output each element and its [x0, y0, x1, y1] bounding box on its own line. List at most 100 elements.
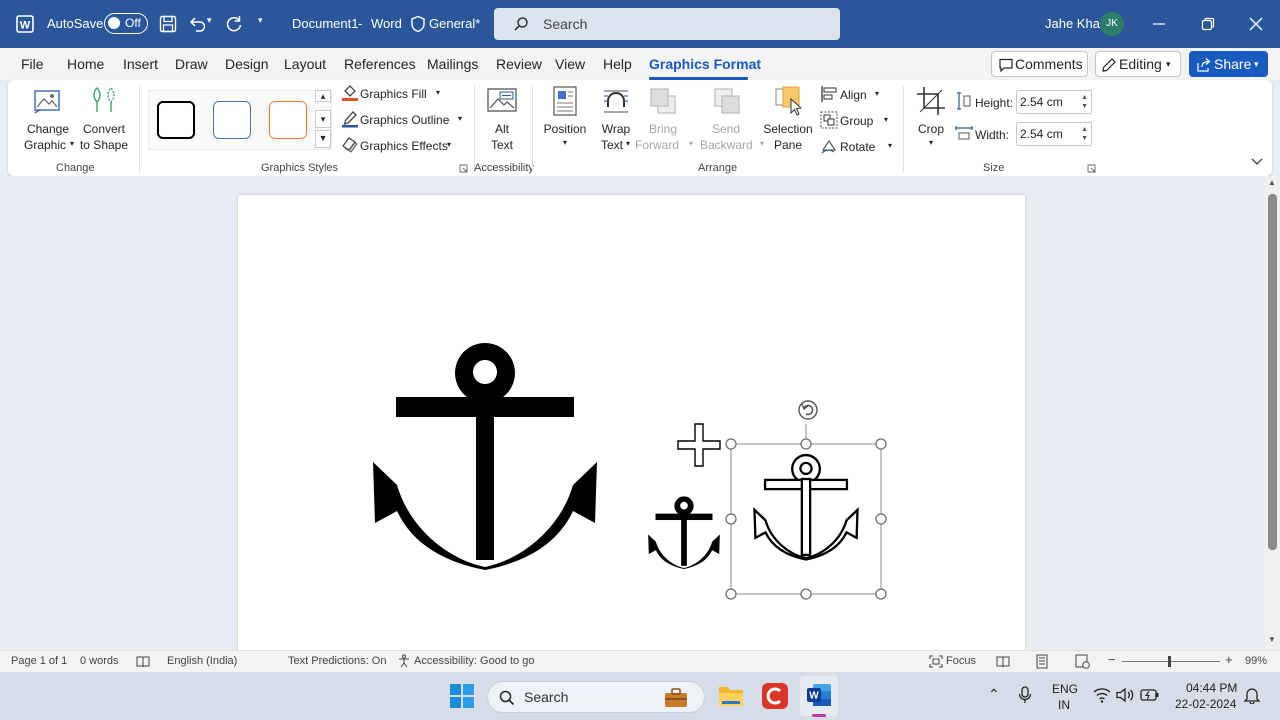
word-count[interactable]: 0 words — [80, 655, 119, 667]
dialog-launcher-icon[interactable] — [459, 164, 468, 173]
clock-date[interactable]: 22-02-2024 — [1175, 697, 1236, 711]
tab-layout[interactable]: Layout — [284, 56, 326, 72]
style-swatch-blue[interactable] — [213, 101, 251, 139]
tab-insert[interactable]: Insert — [123, 56, 158, 72]
close-icon[interactable] — [1249, 17, 1263, 31]
spin-up-icon[interactable]: ▲ — [1081, 126, 1088, 133]
collapse-ribbon-icon[interactable] — [1251, 158, 1263, 166]
selection-pane-button[interactable]: Selection Pane — [760, 84, 816, 156]
clock-time[interactable]: 04:44 PM — [1186, 681, 1237, 695]
tab-help[interactable]: Help — [603, 56, 632, 72]
tab-references[interactable]: References — [344, 56, 416, 72]
user-name[interactable]: Jahe Kha — [1045, 16, 1100, 31]
focus-mode-button[interactable]: Focus — [946, 655, 976, 667]
chevron-up-icon[interactable]: ⌃ — [988, 686, 1000, 703]
snipping-app-icon[interactable] — [761, 682, 789, 710]
tab-view[interactable]: View — [555, 56, 585, 72]
avatar[interactable]: JK — [1100, 12, 1124, 36]
notification-bell-icon[interactable] — [1243, 686, 1261, 704]
height-input[interactable]: 2.54 cm ▲ ▼ — [1016, 90, 1092, 114]
outlined-anchor-graphic[interactable] — [753, 453, 859, 561]
zoom-slider-track[interactable] — [1122, 661, 1220, 662]
tab-mailings[interactable]: Mailings — [427, 56, 478, 72]
wrap-text-button[interactable]: Wrap Text ▾ — [592, 84, 640, 156]
battery-icon[interactable] — [1140, 688, 1160, 702]
gallery-scroll-up-icon[interactable]: ▴ — [315, 90, 331, 102]
group-button[interactable]: Group ▾ — [818, 110, 896, 130]
dialog-launcher-icon[interactable] — [1087, 164, 1096, 173]
convert-to-shape-button[interactable]: Convert to Shape — [76, 84, 132, 154]
crop-button[interactable]: Crop ▾ — [911, 84, 951, 156]
shield-icon[interactable] — [410, 15, 426, 33]
width-input[interactable]: 2.54 cm ▲ ▼ — [1016, 122, 1092, 146]
style-swatch-black[interactable] — [157, 101, 195, 139]
read-mode-icon[interactable] — [996, 655, 1010, 668]
redo-icon[interactable] — [224, 14, 244, 34]
autosave-state: Off — [125, 16, 141, 30]
wifi-icon[interactable] — [1093, 687, 1111, 703]
undo-dropdown-icon[interactable]: ▾ — [207, 15, 212, 26]
small-anchor-graphic[interactable] — [648, 496, 720, 569]
scroll-up-icon[interactable]: ▲ — [1268, 178, 1276, 187]
editing-mode-button[interactable]: Editing ▾ — [1095, 51, 1181, 77]
rotate-button[interactable]: Rotate ▾ — [818, 136, 896, 156]
gallery-scroll-down-icon[interactable]: ▾ — [315, 110, 331, 128]
zoom-level[interactable]: 99% — [1245, 655, 1267, 667]
style-swatch-orange[interactable] — [269, 101, 307, 139]
zoom-slider-thumb[interactable] — [1168, 656, 1171, 667]
document-page[interactable] — [238, 195, 1025, 650]
sensitivity-label[interactable]: General* — [429, 16, 480, 31]
accessibility-status[interactable]: Accessibility: Good to go — [414, 655, 534, 667]
tab-file[interactable]: File — [21, 56, 44, 72]
volume-icon[interactable] — [1116, 687, 1134, 703]
alt-text-button[interactable]: Alt Text — [480, 84, 524, 154]
title-search-box[interactable]: Search — [494, 8, 840, 40]
position-button[interactable]: Position ▾ — [539, 84, 591, 156]
taskbar-search-box[interactable]: Search — [487, 681, 705, 713]
tab-design[interactable]: Design — [225, 56, 269, 72]
group-label-accessibility: Accessibility — [474, 162, 534, 174]
zoom-in-icon[interactable]: + — [1225, 652, 1233, 667]
scrollbar-thumb[interactable] — [1268, 194, 1277, 550]
restore-icon[interactable] — [1201, 17, 1215, 31]
save-icon[interactable] — [159, 15, 177, 33]
web-layout-icon[interactable] — [1075, 654, 1090, 669]
undo-icon[interactable] — [187, 14, 207, 34]
tab-home[interactable]: Home — [67, 56, 104, 72]
autosave-toggle[interactable]: Off — [104, 13, 148, 34]
share-button[interactable]: Share ▾ — [1189, 51, 1268, 77]
zoom-out-icon[interactable]: − — [1108, 652, 1116, 667]
minimize-icon[interactable] — [1152, 18, 1166, 30]
graphics-effects-button[interactable]: Graphics Effects ▾ — [339, 136, 467, 156]
proofing-book-icon[interactable] — [136, 655, 150, 668]
toggle-knob — [108, 17, 120, 29]
change-graphic-button[interactable]: Change Graphic ▾ — [20, 84, 76, 154]
large-anchor-graphic[interactable] — [373, 343, 597, 570]
vertical-scrollbar[interactable]: ▲ ▼ — [1265, 176, 1280, 650]
rotation-handle[interactable] — [798, 400, 818, 420]
comments-button[interactable]: Comments — [991, 51, 1088, 77]
spin-down-icon[interactable]: ▼ — [1081, 103, 1088, 110]
word-app-icon[interactable]: W — [806, 683, 832, 707]
tab-draw[interactable]: Draw — [175, 56, 208, 72]
align-button[interactable]: Align ▾ — [818, 84, 888, 104]
input-language-line1[interactable]: ENG — [1052, 682, 1078, 696]
tab-review[interactable]: Review — [496, 56, 542, 72]
page-count[interactable]: Page 1 of 1 — [11, 655, 67, 667]
spin-down-icon[interactable]: ▼ — [1081, 135, 1088, 142]
gallery-more-icon[interactable]: ▼ — [315, 130, 331, 148]
windows-start-icon[interactable] — [449, 683, 475, 709]
graphics-outline-button[interactable]: Graphics Outline ▾ — [339, 110, 467, 130]
language-indicator[interactable]: English (India) — [167, 655, 237, 667]
customize-quick-access-icon[interactable]: ▾ — [258, 15, 263, 26]
file-explorer-icon[interactable] — [718, 684, 744, 708]
scroll-down-icon[interactable]: ▼ — [1268, 635, 1276, 644]
tab-graphics-format[interactable]: Graphics Format — [649, 56, 761, 72]
spin-up-icon[interactable]: ▲ — [1081, 94, 1088, 101]
selection-pane-label-line1: Selection — [763, 122, 813, 136]
graphics-fill-button[interactable]: Graphics Fill ▾ — [339, 84, 467, 104]
text-predictions-status[interactable]: Text Predictions: On — [288, 655, 386, 667]
print-layout-icon[interactable] — [1036, 654, 1048, 669]
microphone-icon[interactable] — [1018, 686, 1032, 704]
input-language-line2[interactable]: IN — [1058, 698, 1070, 712]
